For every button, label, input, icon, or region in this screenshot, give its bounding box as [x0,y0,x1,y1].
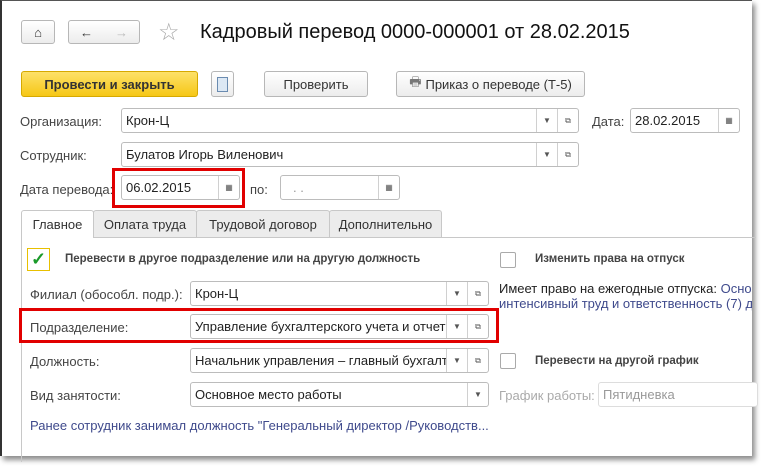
open-icon[interactable]: ⧉ [557,143,578,166]
post-and-close-button[interactable]: Провести и закрыть [21,71,198,97]
branch-label: Филиал (обособл. подр.): [30,287,183,302]
save-icon [217,76,228,92]
vacation-text: Имеет право на ежегодные отпуска: [499,281,717,296]
date-label: Дата: [592,114,625,129]
calendar-icon[interactable]: ▦ [718,109,739,132]
transfer-checkbox[interactable]: ✓ [27,248,50,271]
check-button[interactable]: Проверить [264,71,368,97]
forward-arrow-icon[interactable]: → [115,25,128,40]
home-icon: ⌂ [34,24,42,40]
schedule-label: График работы: [499,388,595,403]
dropdown-icon[interactable]: ▼ [446,349,467,372]
branch-value: Крон-Ц [195,286,239,301]
page-title: Кадровый перевод 0000-000001 от 28.02.20… [200,21,630,43]
vacation-link-2[interactable]: интенсивный труд и ответственность (7) д [499,296,752,311]
employee-value: Булатов Игорь Виленович [126,147,284,162]
highlight-box [19,308,499,343]
to-date-field[interactable]: . . ▦ [280,175,400,200]
dropdown-icon[interactable]: ▼ [467,383,488,406]
date-field[interactable]: 28.02.2015 ▦ [630,108,740,133]
print-order-button[interactable]: 🖶 Приказ о переводе (Т-5) [396,71,585,97]
dropdown-icon[interactable]: ▼ [446,282,467,305]
branch-field[interactable]: Крон-Ц ▼ ⧉ [190,281,489,306]
employment-label: Вид занятости: [30,388,121,403]
employment-field[interactable]: Основное место работы ▼ [190,382,489,407]
dropdown-icon[interactable]: ▼ [536,109,557,132]
back-arrow-icon[interactable]: ← [80,25,93,40]
printer-icon: 🖶 [409,74,422,89]
org-label: Организация: [20,114,103,129]
transfer-checkbox-label: Перевести в другое подразделение или на … [65,253,421,265]
schedule-checkbox-label: Перевести на другой график [535,355,699,367]
home-button[interactable]: ⌂ [21,20,55,44]
open-icon[interactable]: ⧉ [467,282,488,305]
print-order-label: Приказ о переводе (Т-5) [425,76,572,92]
employment-value: Основное место работы [195,387,342,402]
org-value: Крон-Ц [126,113,170,128]
previous-position-link[interactable]: Ранее сотрудник занимал должность "Генер… [30,418,489,433]
favorite-star-icon[interactable]: ☆ [158,18,180,47]
tab-contract[interactable]: Трудовой договор [196,210,330,237]
dropdown-icon[interactable]: ▼ [536,143,557,166]
vacation-checkbox[interactable] [500,252,516,268]
calendar-icon[interactable]: ▦ [378,176,399,199]
to-label: по: [250,182,268,197]
employee-label: Сотрудник: [20,148,87,163]
highlight-box [112,168,245,208]
vacation-link[interactable]: Осно [721,281,752,296]
nav-buttons: ← → [68,20,140,44]
schedule-checkbox[interactable] [500,353,516,369]
schedule-value: Пятидневка [603,387,675,402]
to-date-value: . . [293,180,304,195]
open-icon[interactable]: ⧉ [557,109,578,132]
vacation-checkbox-label: Изменить права на отпуск [535,253,685,265]
open-icon[interactable]: ⧉ [467,349,488,372]
tab-additional[interactable]: Дополнительно [329,210,442,237]
checkmark-icon: ✓ [30,249,47,269]
date-value: 28.02.2015 [635,113,701,128]
position-value: Начальник управления – главный бухгалт [195,353,446,368]
tab-payment[interactable]: Оплата труда [93,210,197,237]
save-button[interactable] [211,71,234,97]
schedule-field[interactable]: Пятидневка [598,382,758,407]
employee-field[interactable]: Булатов Игорь Виленович ▼ ⧉ [121,142,579,167]
tab-main[interactable]: Главное [21,210,94,238]
position-label: Должность: [30,354,100,369]
position-field[interactable]: Начальник управления – главный бухгалт ▼ ⧉ [190,348,489,373]
org-field[interactable]: Крон-Ц ▼ ⧉ [121,108,579,133]
transfer-date-label: Дата перевода: [20,182,114,197]
